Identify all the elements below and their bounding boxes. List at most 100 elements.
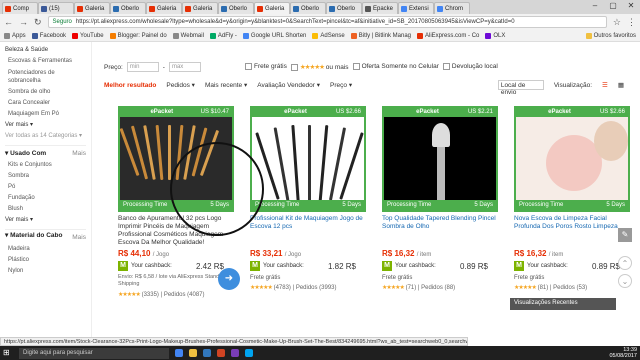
scroll-up-icon[interactable]: ⌃ — [618, 256, 632, 270]
product-image[interactable]: ePacket US $2.66 Processing Time 5 Days — [514, 106, 630, 212]
browser-tab[interactable]: Oberlo — [290, 2, 326, 14]
product-title[interactable]: Top Qualidade Tapered Blending Pincel So… — [382, 215, 498, 247]
sidebar-category[interactable]: Beleza & Saúde — [5, 45, 86, 56]
sort-orders[interactable]: Pedidos ▾ — [166, 81, 195, 89]
grid-view-icon[interactable]: ▦ — [618, 81, 624, 89]
price-max-input[interactable]: max — [168, 62, 201, 72]
sidebar-item[interactable]: Sombra de olho — [5, 87, 86, 98]
mobile-offer-filter[interactable]: Oferta Somente no Celular — [352, 63, 439, 71]
bookmark-webmail[interactable]: Webmail — [172, 32, 204, 39]
product-card[interactable]: ePacket US $2.66 Processing Time 5 Days Pr… — [250, 106, 366, 298]
filter-item[interactable]: Madeira — [5, 244, 86, 255]
edge-icon[interactable] — [203, 349, 211, 357]
windows-start-icon[interactable]: ⊞ — [3, 348, 13, 358]
sort-best-match[interactable]: Melhor resultado — [104, 82, 156, 89]
star-icon[interactable]: ☆ — [613, 17, 621, 28]
bookmark-adfly[interactable]: AdFly - — [209, 32, 237, 39]
other-bookmarks[interactable]: Outros favoritos — [585, 32, 636, 39]
see-more-link[interactable]: Ver mais ▾ — [5, 120, 86, 131]
product-image[interactable]: ePacket US $2.21 Processing Time 5 Days — [382, 106, 498, 212]
sidebar-item[interactable]: Maquiagem Em Pó — [5, 109, 86, 120]
list-view-icon[interactable]: ☰ — [602, 81, 608, 89]
bookmark-aliexpress[interactable]: AliExpress.com - Co — [417, 32, 479, 39]
chrome-icon[interactable] — [175, 349, 183, 357]
product-price: R$ 44,10 / Jogo — [118, 249, 170, 258]
rating-row: ★★★★★ (81) | Pedidos (53) — [514, 285, 588, 291]
menu-icon[interactable]: ⋮ — [627, 17, 636, 28]
bookmark-facebook[interactable]: Facebook — [31, 32, 66, 39]
price-min-input[interactable]: min — [126, 62, 159, 72]
taskbar-clock[interactable]: 13:39 05/08/2017 — [609, 347, 637, 359]
forward-icon[interactable]: → — [19, 17, 28, 27]
filter-item[interactable]: Plástico — [5, 255, 86, 266]
sidebar-item[interactable]: Escovas & Ferramentas — [5, 56, 86, 67]
bookmark-adsense[interactable]: AdSense — [312, 32, 345, 39]
cashback-badge-icon: M — [382, 261, 392, 271]
bookmark-url-shortener[interactable]: Google URL Shorten — [242, 32, 306, 39]
browser-tab[interactable]: Galeria — [182, 2, 218, 14]
scroll-down-icon[interactable]: ⌄ — [618, 274, 632, 288]
bookmark-blogger[interactable]: Blogger: Painel do — [109, 32, 167, 39]
sidebar-item[interactable]: Cara Concealer — [5, 98, 86, 109]
tab-strip: Comp (15) Galeria Oberlo Galeria Galeria… — [0, 0, 640, 14]
filter-group-handle-material[interactable]: ▾ Material do Cabo Mais — [5, 229, 86, 244]
filter-item[interactable]: Kits e Conjuntos — [5, 160, 86, 171]
browser-tab[interactable]: Galeria — [74, 2, 110, 14]
browser-tab[interactable]: Galeria — [146, 2, 182, 14]
browser-tab[interactable]: Oberlo — [218, 2, 254, 14]
filter-item[interactable]: Pó — [5, 182, 86, 193]
maximize-icon[interactable]: ▢ — [604, 0, 622, 14]
browser-tab-active[interactable]: Galeria — [254, 2, 290, 14]
product-card[interactable]: ePacket US $2.66 Processing Time 5 Days No… — [514, 106, 630, 298]
sidebar-item[interactable]: Potenciadores de sobrancelha — [5, 69, 86, 85]
filter-item[interactable]: Nylon — [5, 266, 86, 277]
edit-icon[interactable]: ✎ — [618, 228, 632, 242]
recently-viewed-button[interactable]: Visualizações Recentes — [510, 298, 616, 310]
bookmark-olx[interactable]: OLX — [485, 32, 505, 39]
bookmark-bitly[interactable]: Bitly | Bitlink Manag — [350, 32, 411, 39]
minimize-icon[interactable]: – — [586, 0, 604, 14]
cashback-badge-icon: M — [118, 261, 128, 271]
bookmark-youtube[interactable]: YouTube — [72, 32, 104, 39]
rating-filter[interactable]: ★★★★★ ou mais — [290, 63, 349, 71]
reload-icon[interactable]: ↻ — [34, 17, 42, 28]
back-icon[interactable]: ← — [4, 17, 13, 27]
browser-tab[interactable]: Comp — [2, 2, 38, 14]
browser-tab[interactable]: Oberlo — [110, 2, 146, 14]
sort-seller-rating[interactable]: Avaliação Vendedor ▾ — [257, 81, 320, 89]
sort-recent[interactable]: Mais recente ▾ — [205, 81, 247, 89]
cashback-row: M Your cashback: 1.82 R$ — [250, 261, 366, 271]
filter-group-used-with[interactable]: ▾ Usado Com Mais — [5, 145, 86, 160]
url-input[interactable]: Seguro https://pt.aliexpress.com/wholesal… — [47, 16, 607, 28]
free-shipping-label: Frete grátis — [514, 275, 545, 281]
free-shipping-filter[interactable]: Frete grátis — [244, 63, 287, 71]
ship-from-select[interactable]: Local de envio — [497, 80, 544, 96]
store-icon[interactable] — [245, 349, 253, 357]
product-price: R$ 33,21 / Jogo — [250, 249, 302, 258]
browser-tab[interactable]: Extensi — [398, 2, 434, 14]
product-title[interactable]: Profissional Kit de Maquiagem Jogo de Es… — [250, 215, 366, 247]
filter-item[interactable]: Fundação — [5, 193, 86, 204]
folder-icon[interactable] — [189, 349, 197, 357]
browser-tab[interactable]: (15) — [38, 2, 74, 14]
secure-label: Seguro — [52, 19, 72, 25]
bookmark-apps[interactable]: Apps — [4, 32, 26, 39]
share-tag-icon[interactable]: ➜ — [218, 268, 240, 290]
app-icon[interactable] — [217, 349, 225, 357]
rating-row: ★★★★★ (4783) | Pedidos (3993) — [250, 285, 337, 291]
browser-tab[interactable]: Chrom — [434, 2, 470, 14]
browser-tab[interactable]: Oberlo — [326, 2, 362, 14]
app-icon[interactable] — [231, 349, 239, 357]
filter-item[interactable]: Blush — [5, 204, 86, 215]
product-image[interactable]: ePacket US $2.66 Processing Time 5 Days — [250, 106, 366, 212]
filter-item[interactable]: Sombra — [5, 171, 86, 182]
taskbar-search-input[interactable]: Digite aqui para pesquisar — [19, 347, 169, 359]
local-return-filter[interactable]: Devolução local — [442, 63, 498, 71]
close-icon[interactable]: ✕ — [622, 0, 640, 14]
product-card[interactable]: ePacket US $2.21 Processing Time 5 Days To… — [382, 106, 498, 298]
see-all-categories-link[interactable]: Ver todas as 14 Categorias ▾ — [5, 131, 86, 142]
browser-tab[interactable]: Epacke — [362, 2, 398, 14]
product-title[interactable]: Nova Escova de Limpeza Facial Profunda D… — [514, 215, 630, 247]
see-more-link[interactable]: Ver mais ▾ — [5, 215, 86, 226]
sort-price[interactable]: Preço ▾ — [330, 81, 352, 89]
